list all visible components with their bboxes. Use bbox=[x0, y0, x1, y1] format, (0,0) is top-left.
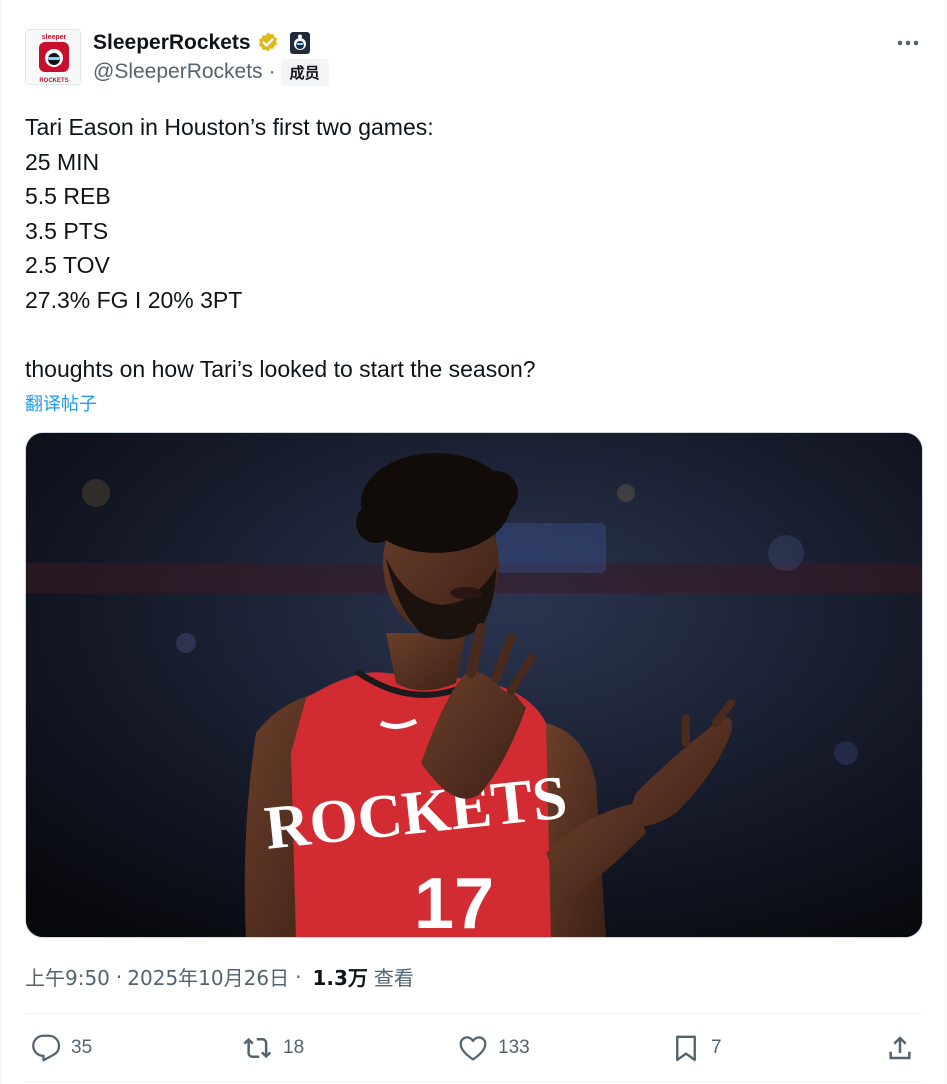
bookmark-icon bbox=[676, 1035, 696, 1062]
share-icon bbox=[889, 1036, 911, 1060]
bookmark-button[interactable]: 7 bbox=[671, 1025, 722, 1071]
reply-button[interactable]: 35 bbox=[31, 1025, 92, 1071]
reply-count: 35 bbox=[71, 1037, 93, 1058]
avatar-text-top: sleeper bbox=[42, 34, 67, 41]
like-count: 133 bbox=[498, 1037, 530, 1058]
translate-post-link[interactable]: 翻译帖子 bbox=[25, 390, 97, 416]
divider bbox=[25, 1013, 921, 1014]
tweet-card: sleeper ROCKETS SleeperRockets @SleeperR… bbox=[0, 0, 946, 1084]
separator-dot: · bbox=[115, 964, 123, 989]
display-name[interactable]: SleeperRockets bbox=[93, 30, 251, 56]
author-name-row: SleeperRockets bbox=[93, 30, 310, 56]
bookmark-count: 7 bbox=[711, 1037, 722, 1058]
like-button[interactable]: 133 bbox=[458, 1025, 530, 1071]
player-photo-image: ROCKETS 17 bbox=[26, 433, 922, 938]
tweet-date[interactable]: 2025年10月26日 bbox=[127, 962, 289, 991]
verified-badge-icon[interactable] bbox=[256, 31, 280, 55]
share-button[interactable] bbox=[885, 1025, 915, 1071]
tweet-text: Tari Eason in Houston’s first two games:… bbox=[25, 114, 536, 383]
member-tag[interactable]: 成员 bbox=[280, 58, 329, 86]
heart-icon bbox=[459, 1036, 487, 1061]
repost-count: 18 bbox=[283, 1037, 305, 1058]
more-options-icon[interactable] bbox=[895, 30, 921, 56]
avatar-text-bottom: ROCKETS bbox=[39, 78, 68, 84]
handle[interactable]: @SleeperRockets bbox=[93, 60, 263, 84]
avatar[interactable]: sleeper ROCKETS bbox=[25, 29, 81, 85]
handle-row: @SleeperRockets · 成员 bbox=[93, 58, 329, 86]
bottom-border bbox=[25, 1081, 921, 1082]
views-count: 1.3万 bbox=[312, 966, 368, 990]
separator-dot: · bbox=[268, 60, 276, 83]
tweet-media-photo[interactable]: ROCKETS 17 bbox=[25, 432, 923, 938]
separator-dot: · bbox=[295, 964, 302, 989]
jersey-number: 17 bbox=[414, 864, 494, 938]
action-bar: 35 18 133 7 bbox=[25, 1025, 923, 1071]
tweet-meta: 上午9:50 · 2025年10月26日 · 1.3万 查看 bbox=[25, 962, 414, 991]
views-label: 查看 bbox=[373, 966, 414, 990]
avatar-logo-icon: sleeper ROCKETS bbox=[26, 30, 80, 84]
repost-button[interactable]: 18 bbox=[243, 1025, 304, 1071]
affiliate-badge-icon[interactable] bbox=[289, 32, 310, 54]
reply-icon bbox=[32, 1034, 61, 1062]
repost-icon bbox=[243, 1037, 272, 1059]
tweet-time[interactable]: 上午9:50 bbox=[25, 962, 110, 991]
